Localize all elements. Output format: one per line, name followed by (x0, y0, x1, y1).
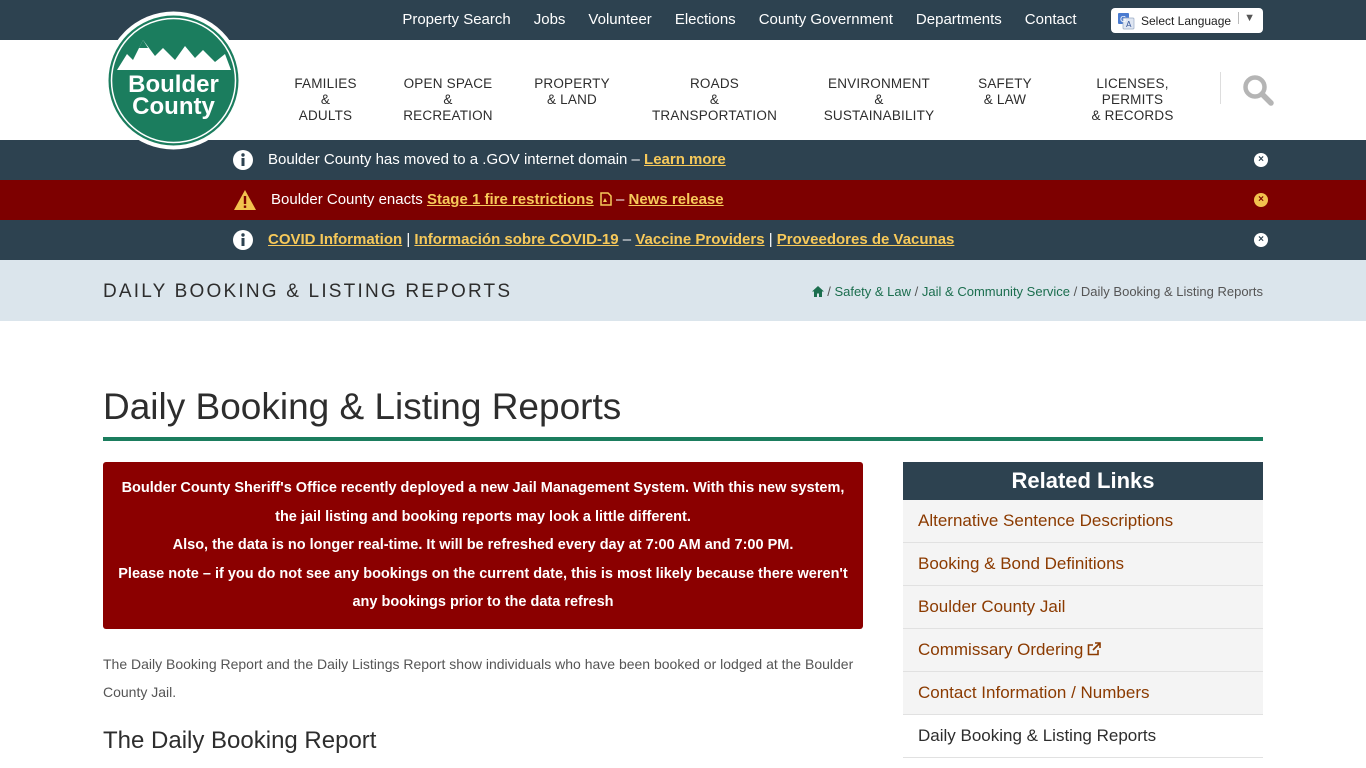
alert-fire-message: Boulder County enacts (271, 191, 427, 208)
breadcrumb-separator: / (1073, 284, 1078, 299)
nav-open-space-recreation[interactable]: OPEN SPACE & RECREATION (398, 76, 498, 124)
related-link-booking-bond[interactable]: Booking & Bond Definitions (903, 543, 1263, 586)
related-link-label: Alternative Sentence Descriptions (918, 511, 1174, 530)
info-icon (233, 230, 253, 250)
covid-information-link[interactable]: COVID Information (268, 231, 402, 248)
nav-contact[interactable]: Contact (1013, 0, 1088, 40)
external-link-icon (1087, 630, 1102, 656)
nav-label-line2: & LAND (547, 92, 597, 107)
alert-separator: – (611, 191, 629, 208)
nav-label-line1: FAMILIES (294, 76, 357, 91)
utility-nav: Property Search Jobs Volunteer Elections… (391, 0, 1088, 40)
language-select[interactable]: G A Select Language ▼ (1111, 8, 1263, 33)
nav-label-line1: ENVIRONMENT (828, 76, 930, 91)
related-link-commissary-ordering[interactable]: Commissary Ordering (903, 629, 1263, 672)
nav-licenses-permits-records[interactable]: LICENSES, PERMITS & RECORDS (1070, 76, 1195, 124)
nav-label-line2: & ADULTS (298, 92, 353, 123)
language-label: Select Language (1141, 13, 1232, 28)
related-link-daily-booking-current[interactable]: Daily Booking & Listing Reports (903, 715, 1263, 758)
close-icon[interactable]: × (1254, 153, 1268, 167)
nav-property-search[interactable]: Property Search (391, 0, 522, 40)
proveedores-vacunas-link[interactable]: Proveedores de Vacunas (777, 231, 955, 248)
notice-line: the jail listing and booking reports may… (275, 508, 691, 525)
notice-line: Please note – if you do not see any book… (118, 565, 848, 582)
breadcrumb-home[interactable] (811, 284, 824, 299)
google-translate-icon: G A (1117, 12, 1135, 30)
related-link-boulder-county-jail[interactable]: Boulder County Jail (903, 586, 1263, 629)
page-title-band: Daily Booking & Listing Reports / Safety… (0, 260, 1366, 321)
alert-covid-text: COVID Information | Información sobre CO… (268, 220, 954, 260)
learn-more-link[interactable]: Learn more (644, 151, 726, 168)
breadcrumb-current: Daily Booking & Listing Reports (1080, 284, 1263, 299)
search-icon[interactable] (1242, 74, 1274, 106)
related-link-label: Commissary Ordering (918, 640, 1084, 659)
nav-families-adults[interactable]: FAMILIES & ADULTS (293, 76, 358, 124)
breadcrumb-safety-law[interactable]: Safety & Law (834, 284, 911, 299)
intro-paragraph: The Daily Booking Report and the Daily L… (103, 656, 854, 700)
alert-gov-message: Boulder County has moved to a .GOV inter… (268, 151, 645, 168)
related-links-sidebar: Related Links Alternative Sentence Descr… (903, 462, 1263, 758)
title-divider (103, 437, 1263, 441)
nav-divider (1220, 72, 1221, 104)
related-link-label: Booking & Bond Definitions (918, 554, 1125, 573)
alert-fire-restrictions: Boulder County enacts Stage 1 fire restr… (0, 180, 1366, 220)
stage-1-fire-restrictions-link[interactable]: Stage 1 fire restrictions (427, 191, 594, 208)
nav-departments[interactable]: Departments (904, 0, 1013, 40)
related-link-label: Daily Booking & Listing Reports (918, 726, 1157, 745)
nav-label-line1: OPEN SPACE (403, 76, 493, 91)
nav-county-government[interactable]: County Government (747, 0, 904, 40)
nav-label-line2: & LAW (983, 92, 1027, 107)
alert-separator: | (402, 231, 415, 248)
breadcrumb-separator: / (914, 284, 919, 299)
nav-label-line2: & SUSTAINABILITY (823, 92, 935, 123)
related-link-alternative-sentence[interactable]: Alternative Sentence Descriptions (903, 500, 1263, 543)
svg-text:A: A (1126, 20, 1132, 29)
breadcrumb: / Safety & Law / Jail & Community Servic… (811, 260, 1263, 324)
nav-label-line2: & RECORDS (1091, 108, 1174, 123)
alert-covid: COVID Information | Información sobre CO… (0, 220, 1366, 260)
related-links-heading: Related Links (903, 462, 1263, 500)
nav-label-line1: ROADS (689, 76, 739, 91)
daily-booking-report-heading: The Daily Booking Report (103, 727, 377, 754)
breadcrumb-jail-community-service[interactable]: Jail & Community Service (922, 284, 1070, 299)
nav-property-land[interactable]: PROPERTY & LAND (532, 76, 612, 108)
related-link-label: Boulder County Jail (918, 597, 1066, 616)
nav-label-line2: & TRANSPORTATION (651, 92, 778, 123)
page-title: Daily Booking & Listing Reports (103, 386, 622, 427)
related-link-contact-information[interactable]: Contact Information / Numbers (903, 672, 1263, 715)
warning-icon (233, 189, 257, 211)
pdf-icon (600, 182, 612, 206)
notice-line: any bookings prior to the data refresh (352, 594, 614, 610)
logo-text-county: County (132, 93, 215, 120)
covid-informacion-link[interactable]: Información sobre COVID-19 (414, 231, 618, 248)
related-link-label: Contact Information / Numbers (918, 683, 1150, 702)
nav-label-line1: SAFETY (978, 76, 1032, 91)
alert-separator: | (764, 231, 777, 248)
breadcrumb-separator: / (827, 284, 831, 299)
nav-roads-transportation[interactable]: ROADS & TRANSPORTATION (648, 76, 781, 124)
home-icon (811, 261, 824, 297)
nav-label-line2: & RECREATION (403, 92, 493, 123)
section-title: Daily Booking & Listing Reports (103, 281, 513, 302)
boulder-county-logo[interactable]: Boulder County (103, 10, 244, 151)
chevron-down-icon: ▼ (1238, 12, 1255, 24)
close-icon[interactable]: × (1254, 233, 1268, 247)
news-release-link[interactable]: News release (629, 191, 724, 208)
info-icon (233, 150, 253, 170)
notice-line: Boulder County Sheriff's Office recently… (121, 480, 845, 496)
jail-system-notice: Boulder County Sheriff's Office recently… (103, 462, 863, 629)
notice-line: Also, the data is no longer real-time. I… (172, 537, 794, 553)
alert-gov-text: Boulder County has moved to a .GOV inter… (268, 140, 726, 180)
nav-jobs[interactable]: Jobs (522, 0, 577, 40)
nav-safety-law[interactable]: SAFETY & LAW (975, 76, 1035, 108)
nav-elections[interactable]: Elections (663, 0, 747, 40)
vaccine-providers-link[interactable]: Vaccine Providers (635, 231, 764, 248)
nav-volunteer[interactable]: Volunteer (577, 0, 663, 40)
nav-label-line1: PROPERTY (534, 76, 610, 91)
close-icon[interactable]: × (1254, 193, 1268, 207)
nav-label-line1: LICENSES, PERMITS (1096, 76, 1169, 107)
nav-environment-sustainability[interactable]: ENVIRONMENT & SUSTAINABILITY (820, 76, 938, 124)
alert-fire-text: Boulder County enacts Stage 1 fire restr… (271, 180, 724, 220)
alert-separator: – (618, 231, 636, 248)
